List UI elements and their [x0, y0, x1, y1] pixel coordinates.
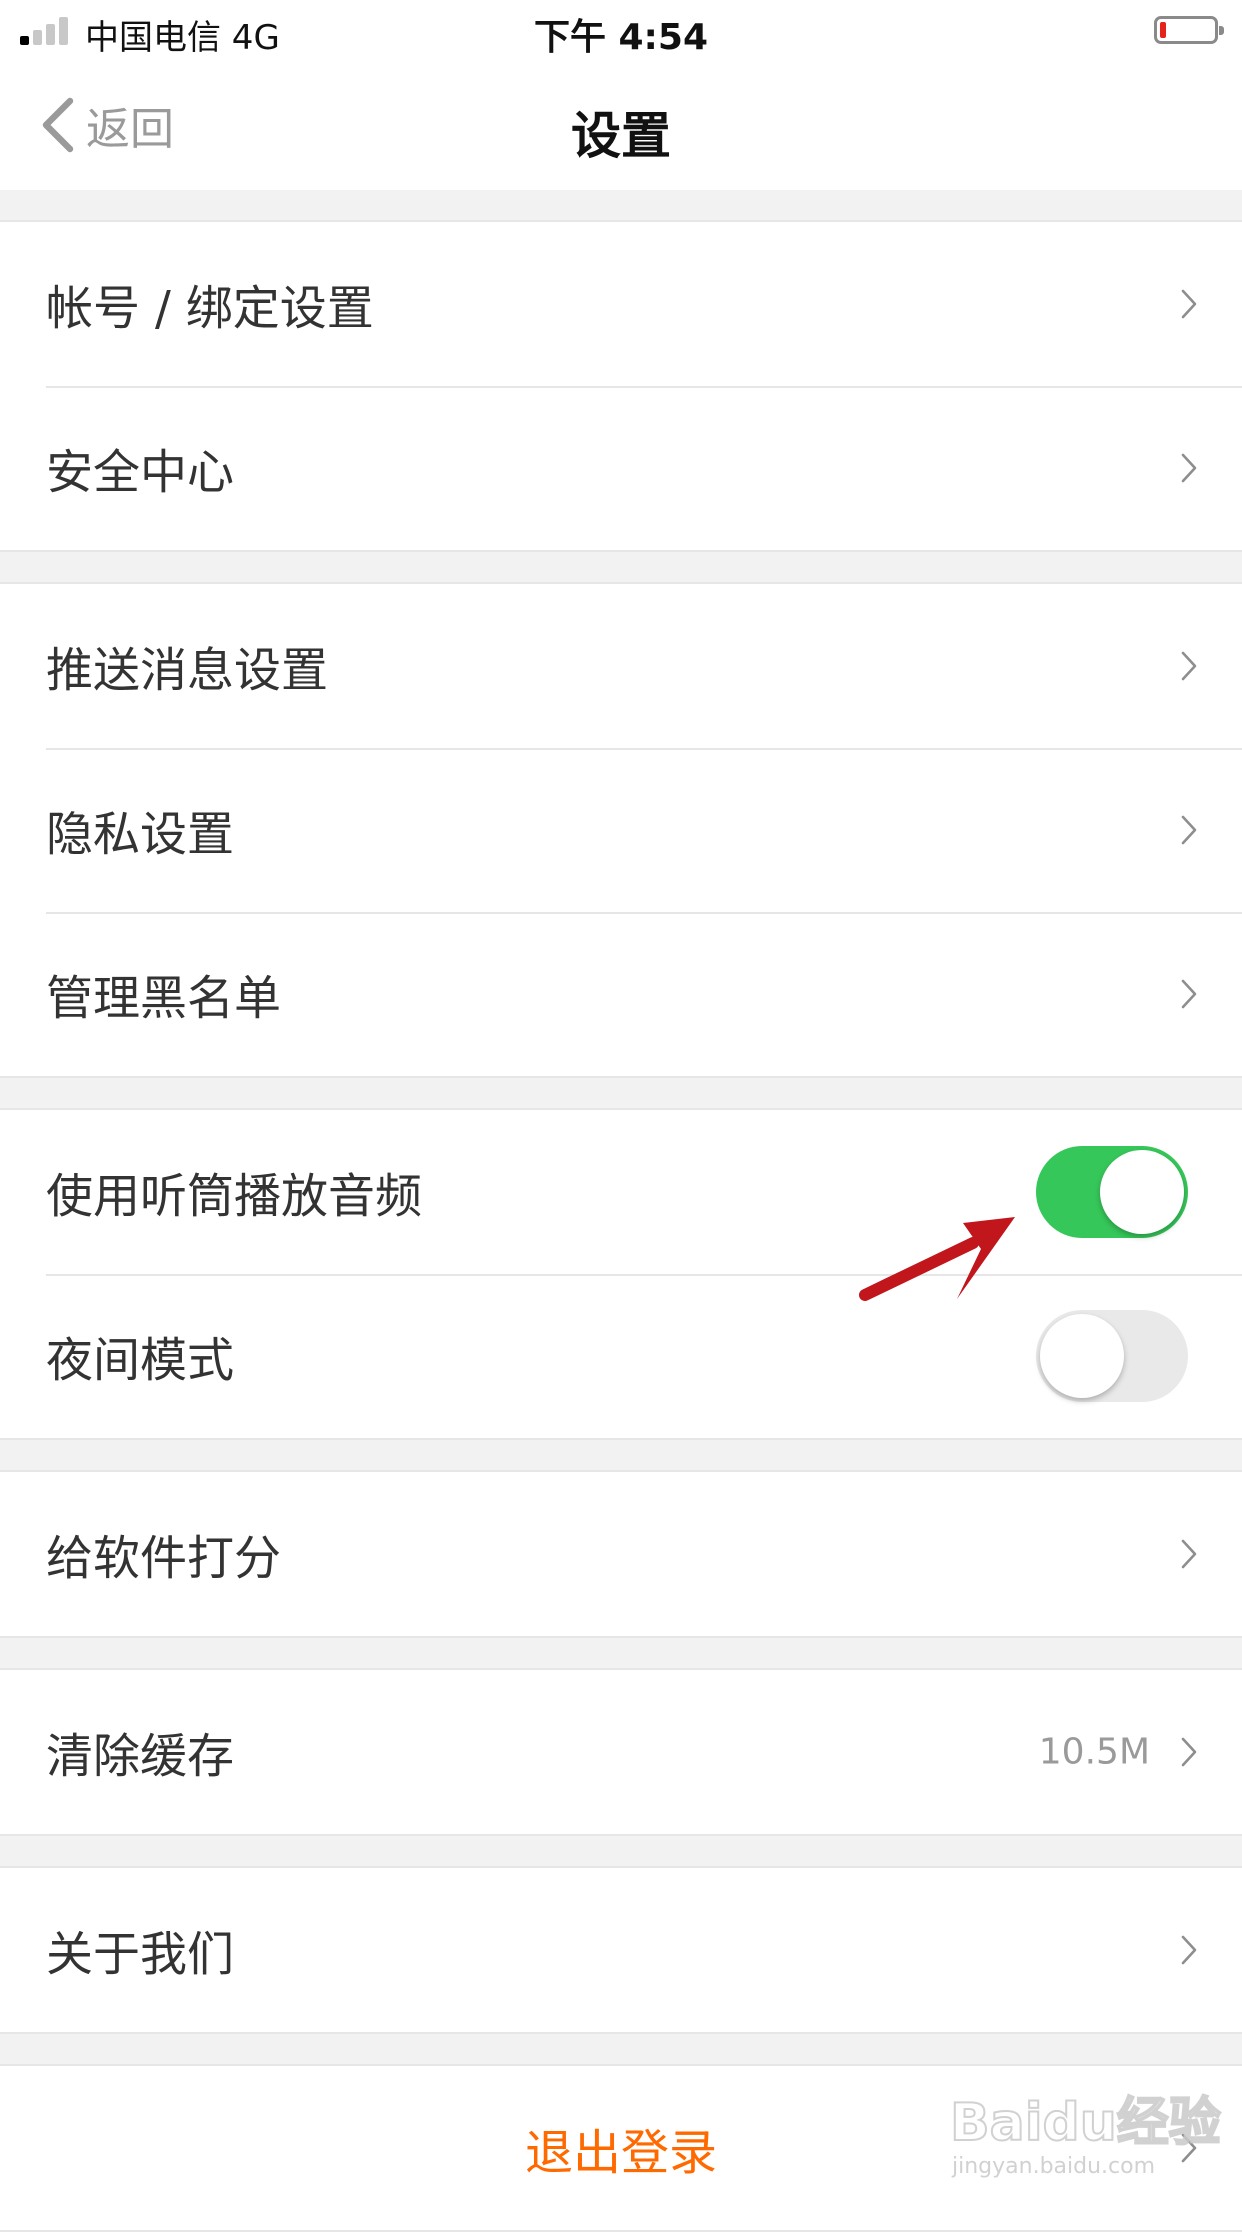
page-title: 设置 — [571, 107, 671, 165]
watermark-logo: Baidu经验 jingyan.baidu.com — [949, 2070, 1222, 2190]
night-mode-toggle[interactable] — [1036, 1310, 1188, 1402]
toggle-knob — [1040, 1314, 1124, 1398]
chevron-right-icon — [1181, 1737, 1197, 1767]
playback-section: 使用听筒播放音频 夜间模式 — [0, 1108, 1242, 1440]
chevron-right-icon — [1181, 979, 1197, 1009]
battery-icon — [1154, 16, 1224, 44]
privacy-settings-row[interactable]: 隐私设置 — [0, 748, 1242, 912]
chevron-right-icon — [1181, 815, 1197, 845]
chevron-right-icon — [1181, 453, 1197, 483]
watermark-main: Baidu经验 — [949, 2092, 1222, 2154]
night-mode-row: 夜间模式 — [0, 1274, 1242, 1438]
battery-level — [1160, 22, 1166, 38]
notification-section: 推送消息设置 隐私设置 管理黑名单 — [0, 582, 1242, 1078]
status-time: 下午 4:54 — [533, 17, 709, 58]
push-settings-row[interactable]: 推送消息设置 — [0, 584, 1242, 748]
about-section: 关于我们 — [0, 1866, 1242, 2034]
row-label: 管理黑名单 — [46, 971, 281, 1027]
account-binding-row[interactable]: 帐号 / 绑定设置 — [0, 222, 1242, 386]
about-us-row[interactable]: 关于我们 — [0, 1868, 1242, 2032]
chevron-right-icon — [1181, 1539, 1197, 1569]
row-label: 清除缓存 — [46, 1729, 234, 1785]
blacklist-row[interactable]: 管理黑名单 — [0, 912, 1242, 1076]
row-label: 使用听筒播放音频 — [46, 1169, 422, 1225]
cache-size-value: 10.5M — [1038, 1731, 1150, 1773]
earpiece-audio-row: 使用听筒播放音频 — [0, 1110, 1242, 1274]
settings-list: 帐号 / 绑定设置 安全中心 推送消息设置 隐私设置 管理黑名单 使用听筒播放音… — [0, 190, 1242, 2232]
row-label: 关于我们 — [46, 1927, 234, 1983]
security-center-row[interactable]: 安全中心 — [0, 386, 1242, 550]
row-label: 推送消息设置 — [46, 643, 328, 699]
watermark-sub: jingyan.baidu.com — [952, 2154, 1156, 2179]
chevron-right-icon — [1181, 1935, 1197, 1965]
account-section: 帐号 / 绑定设置 安全中心 — [0, 220, 1242, 552]
chevron-right-icon — [1181, 651, 1197, 681]
cache-section: 清除缓存 10.5M — [0, 1668, 1242, 1836]
row-label: 帐号 / 绑定设置 — [46, 281, 374, 337]
row-label: 夜间模式 — [46, 1333, 234, 1389]
row-label: 安全中心 — [46, 445, 234, 501]
toggle-knob — [1100, 1150, 1184, 1234]
status-bar: 中国电信 4G 下午 4:54 — [0, 0, 1242, 60]
row-label: 给软件打分 — [46, 1531, 281, 1587]
navigation-bar: 返回 设置 — [0, 60, 1242, 190]
chevron-right-icon — [1181, 289, 1197, 319]
earpiece-audio-toggle[interactable] — [1036, 1146, 1188, 1238]
annotation-arrow-icon — [859, 1217, 1015, 1301]
row-label: 隐私设置 — [46, 807, 234, 863]
rate-section: 给软件打分 — [0, 1470, 1242, 1638]
clear-cache-row[interactable]: 清除缓存 10.5M — [0, 1670, 1242, 1834]
rate-app-row[interactable]: 给软件打分 — [0, 1472, 1242, 1636]
